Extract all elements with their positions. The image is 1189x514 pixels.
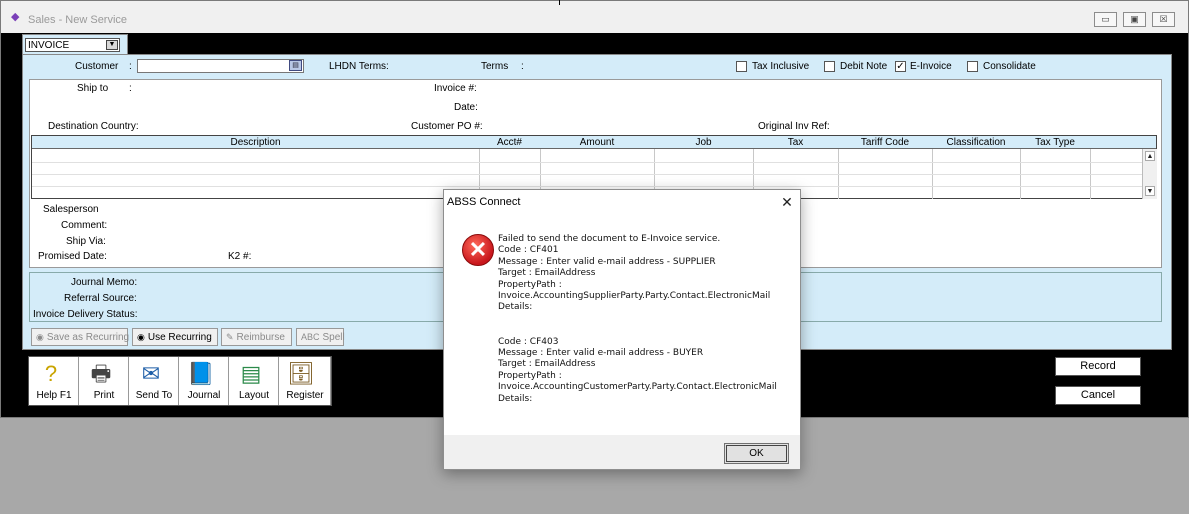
dialog-titlebar[interactable]: ABSS Connect ✕ bbox=[444, 190, 800, 214]
mailbox-icon: ✉ bbox=[141, 361, 161, 386]
toolbar-layout-button[interactable]: ▤ Layout bbox=[229, 357, 279, 405]
grid-header-amount: Amount bbox=[579, 137, 615, 148]
k2-label: K2 #: bbox=[228, 251, 252, 262]
grid-scrollbar[interactable]: ▲ ▼ bbox=[1142, 149, 1157, 199]
toolbar-journal-button[interactable]: 📘 Journal bbox=[179, 357, 229, 405]
toolbar-print-button[interactable]: 🖶 Print bbox=[79, 357, 129, 405]
use-recurring-button[interactable]: ◉ Use Recurring bbox=[132, 328, 218, 346]
error-icon: ✕ bbox=[462, 234, 494, 266]
original-inv-ref-label: Original Inv Ref: bbox=[758, 121, 830, 132]
invoice-type-select[interactable]: INVOICE ▼ bbox=[25, 38, 120, 52]
dialog-footer: OK bbox=[444, 435, 800, 469]
salesperson-label: Salesperson bbox=[43, 204, 99, 215]
reimburse-label: Reimburse bbox=[236, 332, 285, 343]
toolbar-print-label: Print bbox=[93, 390, 115, 401]
ship-to-label: Ship to bbox=[77, 83, 109, 94]
grid-header-acct-: Acct# bbox=[496, 137, 522, 148]
reimburse-icon: ✎ bbox=[226, 332, 234, 342]
printer-icon: 🖶 bbox=[90, 361, 112, 386]
journal-icon: 📘 bbox=[187, 361, 215, 386]
customer-colon: : bbox=[129, 61, 132, 72]
toolbar-register-button[interactable]: 🗄 Register bbox=[279, 357, 331, 405]
help-icon: ? bbox=[44, 361, 58, 386]
use-recurring-icon: ◉ bbox=[137, 332, 145, 342]
grid-header-tax-type: Tax Type bbox=[1035, 137, 1075, 148]
grid-header-tax: Tax bbox=[787, 137, 804, 148]
cancel-button[interactable]: Cancel bbox=[1055, 386, 1141, 405]
register-icon: 🗄 bbox=[287, 361, 315, 386]
date-label: Date: bbox=[454, 102, 478, 113]
chevron-down-icon[interactable]: ▼ bbox=[106, 40, 118, 50]
customer-input[interactable] bbox=[137, 59, 304, 73]
grid-header-job: Job bbox=[695, 137, 712, 148]
use-recurring-label: Use Recurring bbox=[147, 332, 212, 343]
lhdn-terms-label: LHDN Terms: bbox=[329, 61, 389, 72]
grid-row-line bbox=[32, 174, 1142, 175]
journal-memo-label: Journal Memo: bbox=[71, 277, 138, 288]
terms-colon: : bbox=[521, 61, 524, 72]
save-as-recurring-button[interactable]: ◉ Save as Recurring bbox=[31, 328, 130, 346]
toolbar-send-to-label: Send To bbox=[135, 390, 173, 401]
error-dialog: ABSS Connect ✕ ✕ Failed to send the docu… bbox=[443, 189, 801, 470]
layout-icon: ▤ bbox=[240, 361, 262, 386]
toolbar-register-label: Register bbox=[286, 390, 324, 401]
save-as-recurring-label: Save as Recurring bbox=[46, 332, 130, 343]
consolidate-label: Consolidate bbox=[983, 61, 1036, 72]
comment-label: Comment: bbox=[61, 220, 108, 231]
e-invoice-checkbox[interactable]: ✓ bbox=[895, 61, 906, 72]
close-button[interactable]: ☒ bbox=[1152, 12, 1175, 27]
toolbar-layout-label: Layout bbox=[238, 390, 270, 401]
tax-inclusive-label: Tax Inclusive bbox=[752, 61, 810, 72]
invoice-number-label: Invoice #: bbox=[434, 83, 477, 94]
dialog-close-icon[interactable]: ✕ bbox=[777, 193, 797, 211]
e-invoice-label: E-Invoice bbox=[910, 61, 952, 72]
record-button[interactable]: Record bbox=[1055, 357, 1141, 376]
app-icon: ◆ bbox=[11, 11, 20, 23]
grid-header-description: Description bbox=[230, 137, 281, 148]
error-message: Failed to send the document to E-Invoice… bbox=[498, 234, 777, 404]
toolbar-help-f1-label: Help F1 bbox=[36, 390, 72, 401]
grid-row-line bbox=[32, 162, 1142, 163]
scroll-up-icon[interactable]: ▲ bbox=[1145, 151, 1155, 161]
grid-header-classification: Classification bbox=[946, 137, 1006, 148]
promised-date-label: Promised Date: bbox=[38, 251, 107, 262]
grid-row-line bbox=[32, 186, 1142, 187]
terms-label: Terms bbox=[481, 61, 509, 72]
grid-header-tariff-code: Tariff Code bbox=[860, 137, 910, 148]
toolbar-journal-label: Journal bbox=[187, 390, 221, 401]
maximize-button[interactable]: ▣ bbox=[1123, 12, 1146, 27]
customer-label: Customer bbox=[75, 61, 119, 72]
bottom-toolbar: ? Help F1 🖶 Print ✉ Send To 📘 Journal ▤ Layout 🗄 Re… bbox=[28, 356, 332, 406]
grid-header: Description Acct# Amount Job Tax Tariff Code C… bbox=[32, 136, 1156, 149]
separator-line bbox=[559, 0, 560, 5]
destination-country-label: Destination Country: bbox=[48, 121, 139, 132]
spell-button[interactable]: ABC Spell bbox=[296, 328, 345, 346]
scroll-down-icon[interactable]: ▼ bbox=[1145, 186, 1155, 196]
spell-label: Spell bbox=[322, 332, 345, 343]
referral-source-label: Referral Source: bbox=[64, 293, 137, 304]
reimburse-button[interactable]: ✎ Reimburse bbox=[221, 328, 292, 346]
toolbar-send-to-button[interactable]: ✉ Send To bbox=[129, 357, 179, 405]
invoice-type-value: INVOICE bbox=[28, 40, 70, 51]
ship-to-colon: : bbox=[129, 83, 132, 94]
window-title: Sales - New Service bbox=[28, 14, 128, 26]
tax-inclusive-checkbox[interactable] bbox=[736, 61, 747, 72]
debit-note-checkbox[interactable] bbox=[824, 61, 835, 72]
debit-note-label: Debit Note bbox=[840, 61, 888, 72]
save-as-recurring-icon: ◉ bbox=[36, 332, 44, 342]
spell-icon: ABC bbox=[301, 332, 320, 342]
customer-lookup-icon[interactable]: ▤ bbox=[289, 60, 302, 71]
delivery-status-label: Invoice Delivery Status: bbox=[33, 309, 138, 320]
window-titlebar[interactable]: ◆ Sales - New Service ▭ ▣ ☒ bbox=[1, 1, 1188, 33]
consolidate-checkbox[interactable] bbox=[967, 61, 978, 72]
ok-button[interactable]: OK bbox=[724, 443, 789, 464]
customer-po-label: Customer PO #: bbox=[411, 121, 483, 132]
dialog-title: ABSS Connect bbox=[447, 196, 521, 208]
ship-via-label: Ship Via: bbox=[66, 236, 106, 247]
toolbar-help-f1-button[interactable]: ? Help F1 bbox=[29, 357, 79, 405]
minimize-button[interactable]: ▭ bbox=[1094, 12, 1117, 27]
